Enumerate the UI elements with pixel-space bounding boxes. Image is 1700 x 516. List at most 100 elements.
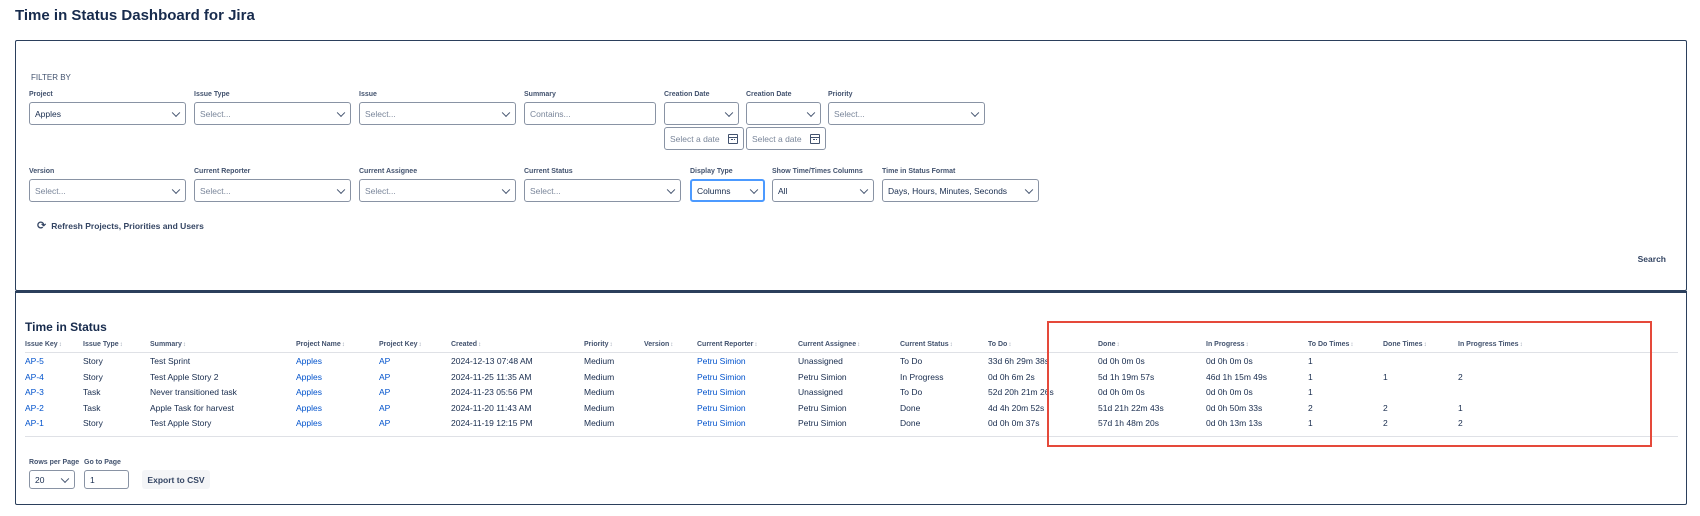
cell-project-name[interactable]: Apples: [296, 387, 322, 397]
sort-icon[interactable]: ↕: [59, 342, 62, 348]
cell-created: 2024-11-19 12:15 PM: [451, 418, 533, 428]
chevron-down-icon: [336, 185, 346, 194]
cell-current-reporter[interactable]: Petru Simion: [697, 372, 746, 382]
cell-current-reporter[interactable]: Petru Simion: [697, 403, 746, 413]
sort-icon[interactable]: ↕: [1520, 342, 1523, 348]
column-header-label: Done Times: [1383, 341, 1423, 348]
column-header-done-times[interactable]: Done Times↕: [1383, 341, 1427, 348]
column-header-to-do[interactable]: To Do↕: [988, 341, 1011, 348]
cell-issue-key[interactable]: AP-4: [25, 372, 44, 382]
sort-icon[interactable]: ↕: [120, 342, 123, 348]
issue-type-select[interactable]: Select...: [194, 102, 351, 125]
search-button[interactable]: Search: [1638, 254, 1666, 264]
column-header-project-key[interactable]: Project Key↕: [379, 341, 422, 348]
column-header-issue-key[interactable]: Issue Key↕: [25, 341, 62, 348]
cell-done: 57d 1h 48m 20s: [1098, 418, 1159, 428]
cell-project-key[interactable]: AP: [379, 387, 390, 397]
column-header-in-progress-times[interactable]: In Progress Times↕: [1458, 341, 1523, 348]
current-assignee-select[interactable]: Select...: [359, 179, 516, 202]
column-header-current-reporter[interactable]: Current Reporter↕: [697, 341, 757, 348]
project-select[interactable]: Apples: [29, 102, 186, 125]
column-header-version[interactable]: Version↕: [644, 341, 673, 348]
column-header-issue-type[interactable]: Issue Type↕: [83, 341, 123, 348]
sort-icon[interactable]: ↕: [754, 342, 757, 348]
cell-current-reporter[interactable]: Petru Simion: [697, 387, 746, 397]
cell-to-do: 4d 4h 20m 52s: [988, 403, 1045, 413]
cell-to-do-times: 2: [1308, 403, 1313, 413]
sort-icon[interactable]: ↕: [478, 342, 481, 348]
project-select-value: Apples: [35, 108, 61, 119]
column-header-to-do-times[interactable]: To Do Times↕: [1308, 341, 1353, 348]
sort-icon[interactable]: ↕: [342, 342, 345, 348]
creation-date-to-label: Creation Date: [746, 91, 792, 98]
sort-icon[interactable]: ↕: [419, 342, 422, 348]
sort-icon[interactable]: ↕: [1350, 342, 1353, 348]
column-header-label: Project Key: [379, 341, 418, 348]
cell-project-name[interactable]: Apples: [296, 403, 322, 413]
creation-date-to-operator[interactable]: [746, 102, 821, 125]
creation-date-from-operator[interactable]: [664, 102, 739, 125]
sort-icon[interactable]: ↕: [1246, 342, 1249, 348]
cell-current-status: Done: [900, 418, 921, 428]
cell-project-name[interactable]: Apples: [296, 418, 322, 428]
summary-input[interactable]: Contains...: [524, 102, 656, 125]
cell-project-name[interactable]: Apples: [296, 356, 322, 366]
issue-type-label: Issue Type: [194, 91, 230, 98]
cell-project-name[interactable]: Apples: [296, 372, 322, 382]
version-select[interactable]: Select...: [29, 179, 186, 202]
column-header-summary[interactable]: Summary↕: [150, 341, 186, 348]
column-header-current-assignee[interactable]: Current Assignee↕: [798, 341, 860, 348]
column-header-project-name[interactable]: Project Name↕: [296, 341, 345, 348]
cell-project-key[interactable]: AP: [379, 356, 390, 366]
go-to-page-label: Go to Page: [84, 459, 121, 466]
sort-icon[interactable]: ↕: [857, 342, 860, 348]
sort-icon[interactable]: ↕: [1424, 342, 1427, 348]
cell-issue-key[interactable]: AP-3: [25, 387, 44, 397]
cell-summary: Test Apple Story: [150, 418, 212, 428]
chevron-down-icon: [171, 185, 181, 194]
sort-icon[interactable]: ↕: [1008, 342, 1011, 348]
column-header-priority[interactable]: Priority↕: [584, 341, 613, 348]
cell-in-progress: 0d 0h 0m 0s: [1206, 387, 1253, 397]
time-format-select[interactable]: Days, Hours, Minutes, Seconds: [882, 179, 1039, 202]
priority-select[interactable]: Select...: [828, 102, 985, 125]
cell-current-status: Done: [900, 403, 921, 413]
column-header-created[interactable]: Created↕: [451, 341, 481, 348]
column-header-in-progress[interactable]: In Progress↕: [1206, 341, 1249, 348]
cell-project-key[interactable]: AP: [379, 372, 390, 382]
calendar-icon[interactable]: [728, 134, 738, 144]
export-csv-button[interactable]: Export to CSV: [142, 470, 210, 489]
rows-per-page-select[interactable]: 20: [29, 470, 75, 489]
sort-icon[interactable]: ↕: [183, 342, 186, 348]
cell-issue-key[interactable]: AP-1: [25, 418, 44, 428]
cell-current-assignee: Petru Simion: [798, 418, 847, 428]
display-type-select[interactable]: Columns: [690, 179, 765, 202]
cell-current-reporter[interactable]: Petru Simion: [697, 418, 746, 428]
go-to-page-input[interactable]: 1: [84, 470, 129, 489]
creation-date-to-picker[interactable]: Select a date: [746, 127, 826, 150]
calendar-icon[interactable]: [810, 134, 820, 144]
chevron-down-icon: [171, 108, 181, 117]
cell-to-do-times: 1: [1308, 387, 1313, 397]
cell-project-key[interactable]: AP: [379, 403, 390, 413]
column-header-done[interactable]: Done↕: [1098, 341, 1120, 348]
sort-icon[interactable]: ↕: [670, 342, 673, 348]
chevron-down-icon: [501, 185, 511, 194]
sort-icon[interactable]: ↕: [950, 342, 953, 348]
current-status-select[interactable]: Select...: [524, 179, 681, 202]
creation-date-from-picker[interactable]: Select a date: [664, 127, 744, 150]
cell-summary: Test Apple Story 2: [150, 372, 219, 382]
cell-current-assignee: Unassigned: [798, 356, 843, 366]
column-header-current-status[interactable]: Current Status↕: [900, 341, 953, 348]
show-columns-select[interactable]: All: [772, 179, 874, 202]
sort-icon[interactable]: ↕: [610, 342, 613, 348]
issue-select[interactable]: Select...: [359, 102, 516, 125]
sort-icon[interactable]: ↕: [1117, 342, 1120, 348]
cell-project-key[interactable]: AP: [379, 418, 390, 428]
cell-current-reporter[interactable]: Petru Simion: [697, 356, 746, 366]
cell-issue-key[interactable]: AP-2: [25, 403, 44, 413]
current-reporter-select[interactable]: Select...: [194, 179, 351, 202]
cell-issue-key[interactable]: AP-5: [25, 356, 44, 366]
page-title: Time in Status Dashboard for Jira: [15, 7, 255, 24]
refresh-button[interactable]: ⟳ Refresh Projects, Priorities and Users: [37, 219, 204, 232]
